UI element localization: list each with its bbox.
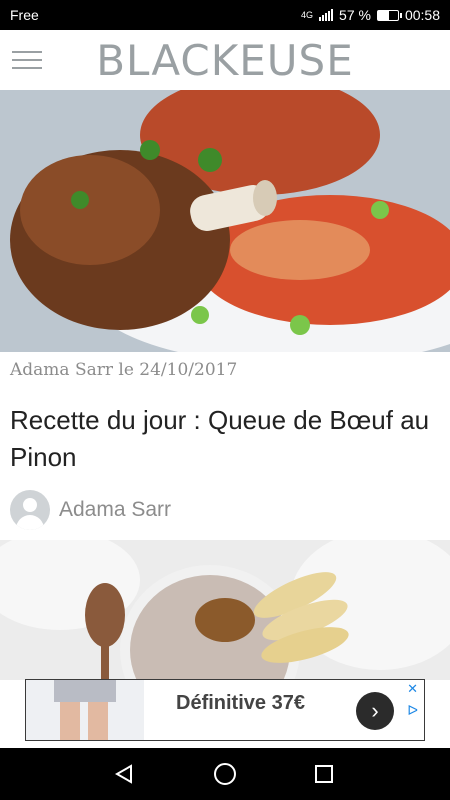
post-title[interactable]: Recette du jour : Queue de Bœuf au Pinon — [10, 402, 440, 476]
ad-close-icon[interactable]: ✕ — [407, 681, 418, 697]
status-bar: Free 4G 57 % 00:58 — [0, 0, 450, 30]
ad-open-button[interactable]: › — [356, 692, 394, 730]
ad-banner[interactable]: Définitive 37€ › ✕ ᐅ — [25, 679, 425, 741]
ad-choices-icon[interactable]: ᐅ — [407, 702, 418, 719]
network-type: 4G — [301, 10, 314, 20]
status-indicators: 4G 57 % 00:58 — [301, 7, 440, 23]
ad-text[interactable]: Définitive 37€ — [176, 692, 305, 715]
post-hero-image[interactable] — [0, 90, 450, 352]
android-nav-bar — [0, 748, 450, 800]
battery-icon — [376, 9, 402, 21]
site-logo[interactable]: BLACKEUSE — [0, 36, 450, 85]
recent-apps-icon[interactable] — [315, 765, 333, 783]
app-header: BLACKEUSE — [0, 30, 450, 90]
avatar-icon — [10, 490, 50, 530]
back-icon[interactable] — [114, 764, 134, 784]
author-name: Adama Sarr — [59, 498, 172, 521]
signal-icon — [319, 9, 334, 21]
ad-image[interactable] — [26, 680, 144, 740]
post-author[interactable]: Adama Sarr — [10, 490, 171, 530]
carrier-label: Free — [10, 7, 39, 23]
battery-percent: 57 % — [339, 7, 371, 23]
clock: 00:58 — [404, 7, 440, 23]
home-icon[interactable] — [214, 763, 236, 785]
post-image-2[interactable] — [0, 540, 450, 680]
chevron-right-icon: › — [371, 698, 379, 723]
post-meta: Adama Sarr le 24/10/2017 — [10, 360, 238, 380]
